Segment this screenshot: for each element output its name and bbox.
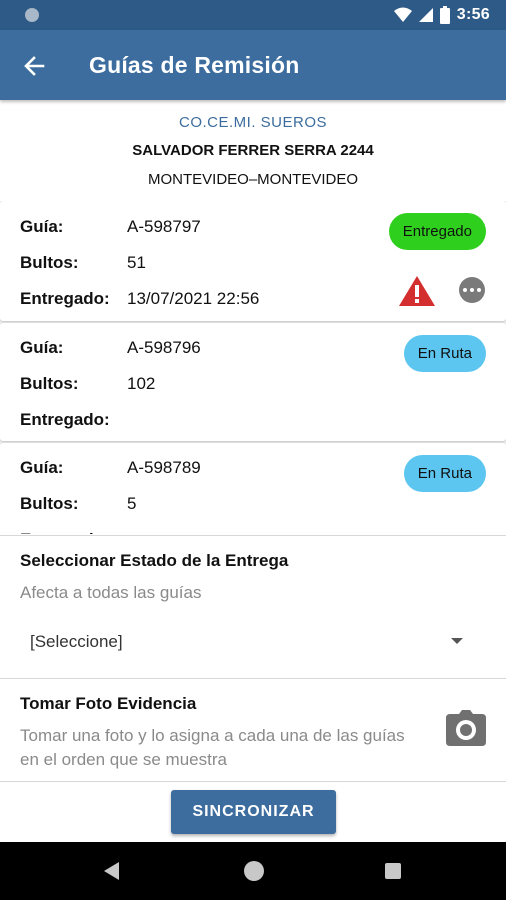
entregado-label: Entregado: — [20, 530, 127, 534]
select-value: [Seleccione] — [30, 632, 123, 651]
guia-value: A-598796 — [127, 338, 201, 357]
client-name: CO.CE.MI. SUEROS — [178, 114, 328, 131]
bultos-value: 5 — [127, 494, 137, 513]
guia-label: Guía: — [20, 217, 64, 236]
page-title: Guías de Remisión — [89, 52, 300, 78]
nav-recent-apps-icon[interactable] — [385, 863, 401, 879]
sync-button[interactable]: SINCRONIZAR — [171, 790, 336, 834]
guide-row-bultos: Bultos: 102 — [20, 373, 155, 395]
entregado-value: 13/07/2021 22:56 — [127, 289, 260, 308]
divider — [0, 781, 506, 782]
client-city: MONTEVIDEO–MONTEVIDEO — [147, 171, 359, 188]
bultos-label: Bultos: — [20, 494, 79, 513]
status-badge[interactable]: En Ruta — [403, 455, 486, 492]
photo-evidence-section: Tomar Foto Evidencia Tomar una foto y lo… — [0, 680, 506, 780]
divider — [0, 678, 506, 679]
guide-row-guia: Guía: A-598789 — [20, 457, 201, 479]
bultos-value: 51 — [127, 253, 146, 272]
guide-row-entregado: Entregado: 13/07/2021 22:56 — [20, 288, 259, 310]
status-bar: 3:56 — [0, 0, 506, 30]
bultos-label: Bultos: — [20, 253, 79, 272]
guide-row-entregado: Entregado: — [20, 529, 127, 534]
chevron-down-icon — [451, 638, 463, 644]
guide-row-bultos: Bultos: 51 — [20, 252, 146, 274]
photo-title: Tomar Foto Evidencia — [20, 694, 197, 713]
clock: 3:56 — [456, 6, 490, 23]
guide-card[interactable]: Guía: A-598789 Bultos: 5 Entregado: En R… — [0, 443, 506, 534]
bultos-label: Bultos: — [20, 374, 79, 393]
divider — [0, 535, 506, 536]
guide-row-entregado: Entregado: — [20, 409, 127, 431]
nav-back-icon[interactable] — [104, 862, 119, 880]
photo-description: Tomar una foto y lo asigna a cada una de… — [20, 726, 405, 769]
warning-icon[interactable] — [398, 274, 436, 308]
back-button[interactable] — [18, 50, 50, 82]
guide-card[interactable]: Guía: A-598796 Bultos: 102 Entregado: En… — [0, 323, 506, 441]
arrow-left-icon — [24, 56, 45, 76]
status-badge[interactable]: En Ruta — [403, 335, 486, 372]
guia-label: Guía: — [20, 458, 64, 477]
status-badge[interactable]: Entregado — [388, 213, 486, 250]
guide-card[interactable]: Guía: A-598797 Bultos: 51 Entregado: 13/… — [0, 201, 506, 321]
guides-list[interactable]: Guía: A-598797 Bultos: 51 Entregado: 13/… — [0, 201, 506, 534]
guide-row-guia: Guía: A-598797 — [20, 216, 201, 238]
status-icons: 3:56 — [393, 5, 490, 25]
wifi-icon — [393, 7, 412, 22]
delivery-state-section: Seleccionar Estado de la Entrega Afecta … — [0, 537, 506, 677]
guide-row-bultos: Bultos: 5 — [20, 493, 136, 515]
client-header: CO.CE.MI. SUEROS SALVADOR FERRER SERRA 2… — [0, 104, 506, 200]
notification-icon — [25, 8, 39, 22]
delivery-state-select[interactable]: [Seleccione] — [20, 627, 475, 657]
guia-value: A-598797 — [127, 217, 201, 236]
system-nav-bar — [0, 842, 506, 900]
client-address: SALVADOR FERRER SERRA 2244 — [132, 142, 374, 159]
entregado-label: Entregado: — [20, 410, 110, 429]
delivery-state-title: Seleccionar Estado de la Entrega — [20, 551, 289, 570]
bultos-value: 102 — [127, 374, 156, 393]
more-options-icon[interactable] — [459, 277, 485, 303]
app-bar: Guías de Remisión — [0, 30, 506, 100]
guia-value: A-598789 — [127, 458, 201, 477]
guide-row-guia: Guía: A-598796 — [20, 337, 201, 359]
battery-icon — [439, 6, 450, 24]
signal-icon — [418, 8, 433, 22]
nav-home-icon[interactable] — [244, 861, 264, 881]
delivery-state-subtitle: Afecta a todas las guías — [20, 583, 202, 602]
camera-icon[interactable] — [446, 710, 486, 746]
entregado-label: Entregado: — [20, 289, 110, 308]
guia-label: Guía: — [20, 338, 64, 357]
